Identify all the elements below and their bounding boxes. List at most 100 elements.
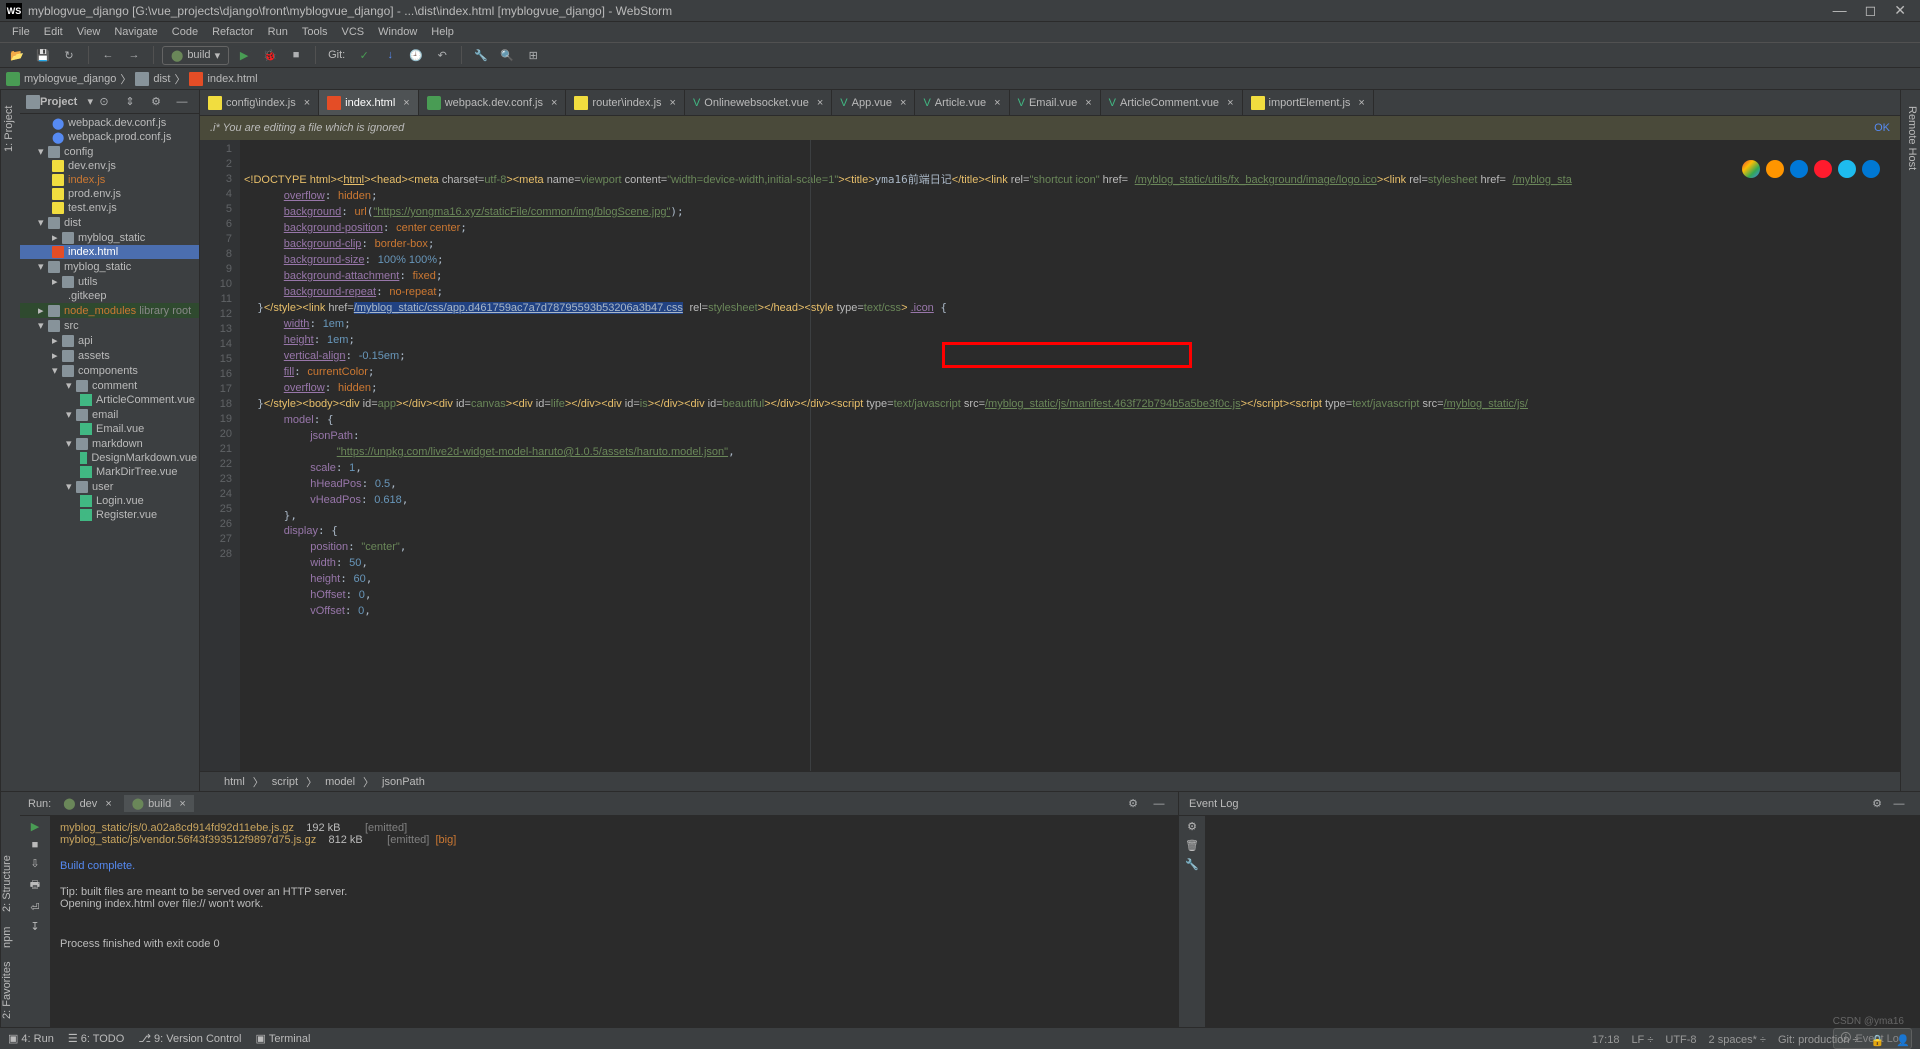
- menu-file[interactable]: File: [6, 24, 36, 40]
- tab-app-vue[interactable]: VApp.vue×: [832, 90, 915, 116]
- menu-edit[interactable]: Edit: [38, 24, 69, 40]
- run-tab-build[interactable]: ⬤build×: [124, 795, 194, 812]
- tree-folder[interactable]: src: [64, 320, 79, 332]
- tree-file[interactable]: .gitkeep: [68, 290, 107, 302]
- vcs-tool-tab[interactable]: ⎇ 9: Version Control: [138, 1032, 241, 1045]
- vcs-revert-icon[interactable]: ↶: [431, 45, 453, 65]
- tree-file[interactable]: webpack.prod.conf.js: [68, 131, 171, 143]
- close-icon[interactable]: ×: [551, 97, 557, 109]
- bc-folder[interactable]: dist: [153, 73, 170, 85]
- tree-file[interactable]: MarkDirTree.vue: [96, 466, 178, 478]
- tab-article-vue[interactable]: VArticle.vue×: [915, 90, 1009, 116]
- print-icon[interactable]: 🖶: [30, 876, 40, 895]
- stop-icon[interactable]: ■: [285, 45, 307, 65]
- close-icon[interactable]: ×: [403, 97, 409, 109]
- run-output[interactable]: myblog_static/js/0.a02a8cd914fd92d11ebe.…: [50, 816, 1178, 1027]
- tree-folder[interactable]: node_modules: [64, 305, 136, 317]
- project-tree[interactable]: ⬤webpack.dev.conf.js ⬤webpack.prod.conf.…: [20, 114, 199, 791]
- sync-icon[interactable]: ↻: [58, 45, 80, 65]
- menu-window[interactable]: Window: [372, 24, 423, 40]
- locate-icon[interactable]: ⊙: [93, 92, 115, 112]
- stop-icon[interactable]: ■: [32, 839, 39, 851]
- bc-item[interactable]: html: [224, 776, 245, 788]
- rerun-icon[interactable]: ▶: [31, 820, 39, 833]
- firefox-icon[interactable]: [1766, 160, 1784, 178]
- tree-file[interactable]: index.html: [68, 246, 118, 258]
- tree-file[interactable]: DesignMarkdown.vue: [91, 452, 197, 464]
- todo-tool-tab[interactable]: ☰ 6: TODO: [68, 1032, 124, 1045]
- menu-run[interactable]: Run: [262, 24, 294, 40]
- minimize-icon[interactable]: —: [1148, 794, 1170, 814]
- terminal-tool-tab[interactable]: ▣ Terminal: [255, 1032, 310, 1045]
- menu-vcs[interactable]: VCS: [336, 24, 371, 40]
- run-icon[interactable]: ▶: [233, 45, 255, 65]
- tree-file[interactable]: Email.vue: [96, 423, 144, 435]
- trash-icon[interactable]: 🗑: [1185, 839, 1199, 852]
- search-icon[interactable]: 🔍: [496, 45, 518, 65]
- bc-root[interactable]: myblogvue_django: [24, 73, 116, 85]
- menu-code[interactable]: Code: [166, 24, 204, 40]
- tree-folder[interactable]: comment: [92, 380, 137, 392]
- tree-folder[interactable]: api: [78, 335, 93, 347]
- wrench-icon[interactable]: 🔧: [1185, 858, 1199, 871]
- menu-tools[interactable]: Tools: [296, 24, 334, 40]
- close-icon[interactable]: ×: [817, 97, 823, 109]
- save-icon[interactable]: 💾: [32, 45, 54, 65]
- tab-articlecomment-vue[interactable]: VArticleComment.vue×: [1101, 90, 1243, 116]
- tree-file[interactable]: Login.vue: [96, 495, 144, 507]
- edge-legacy-icon[interactable]: [1862, 160, 1880, 178]
- tree-folder[interactable]: user: [92, 481, 113, 493]
- structure-tab[interactable]: 2: Structure: [1, 855, 20, 912]
- close-icon[interactable]: ×: [1085, 97, 1091, 109]
- chrome-icon[interactable]: [1742, 160, 1760, 178]
- tab-email-vue[interactable]: VEmail.vue×: [1010, 90, 1101, 116]
- close-icon[interactable]: ×: [1358, 97, 1364, 109]
- tree-file[interactable]: webpack.dev.conf.js: [68, 117, 166, 129]
- tree-folder[interactable]: myblog_static: [64, 261, 131, 273]
- back-icon[interactable]: ←: [97, 45, 119, 65]
- settings-icon[interactable]: 🔧: [470, 45, 492, 65]
- close-icon[interactable]: ×: [994, 97, 1000, 109]
- tree-folder[interactable]: dist: [64, 217, 81, 229]
- minimize-icon[interactable]: —: [1888, 794, 1910, 814]
- encoding[interactable]: UTF-8: [1665, 1034, 1696, 1047]
- tree-file[interactable]: prod.env.js: [68, 188, 121, 200]
- bc-item[interactable]: jsonPath: [382, 776, 425, 788]
- tab-importelement[interactable]: importElement.js×: [1243, 90, 1374, 116]
- tree-folder[interactable]: utils: [78, 276, 98, 288]
- gear-icon[interactable]: ⚙: [1866, 794, 1888, 814]
- close-icon[interactable]: ×: [670, 97, 676, 109]
- cursor-position[interactable]: 17:18: [1592, 1034, 1620, 1047]
- gear-icon[interactable]: ⚙: [1122, 794, 1144, 814]
- hector-icon[interactable]: 👤: [1896, 1034, 1910, 1047]
- tab-index-html[interactable]: index.html×: [319, 90, 419, 116]
- bc-item[interactable]: model: [325, 776, 355, 788]
- vcs-update-icon[interactable]: ✓: [353, 45, 375, 65]
- maximize-button[interactable]: ◻: [1865, 2, 1877, 19]
- gear-icon[interactable]: ⚙: [145, 92, 167, 112]
- line-separator[interactable]: LF ÷: [1631, 1034, 1653, 1047]
- menu-view[interactable]: View: [71, 24, 107, 40]
- menu-refactor[interactable]: Refactor: [206, 24, 260, 40]
- code-editor[interactable]: <!DOCTYPE html><html><head><meta charset…: [240, 140, 1900, 771]
- menu-navigate[interactable]: Navigate: [108, 24, 163, 40]
- open-icon[interactable]: 📂: [6, 45, 28, 65]
- npm-tab[interactable]: npm: [1, 926, 20, 947]
- close-button[interactable]: ✕: [1894, 2, 1906, 19]
- menu-help[interactable]: Help: [425, 24, 460, 40]
- run-config-selector[interactable]: ⬤ build ▾: [162, 46, 229, 65]
- close-icon[interactable]: ×: [900, 97, 906, 109]
- favorites-tab[interactable]: 2: Favorites: [1, 962, 20, 1019]
- lock-icon[interactable]: 🔒: [1871, 1034, 1885, 1047]
- minimize-button[interactable]: —: [1833, 2, 1847, 19]
- event-log-content[interactable]: [1205, 816, 1920, 1027]
- structure-icon[interactable]: ⊞: [522, 45, 544, 65]
- edge-icon[interactable]: [1790, 160, 1808, 178]
- notification-ok-button[interactable]: OK: [1874, 122, 1890, 134]
- down-icon[interactable]: ⇩: [30, 857, 39, 870]
- tree-file[interactable]: ArticleComment.vue: [96, 394, 195, 406]
- remote-host-tab[interactable]: Remote Host: [1901, 98, 1920, 178]
- close-icon[interactable]: ×: [1227, 97, 1233, 109]
- run-tool-tab[interactable]: ▣ 4: Run: [8, 1032, 54, 1045]
- git-branch[interactable]: Git: production ÷: [1778, 1034, 1859, 1047]
